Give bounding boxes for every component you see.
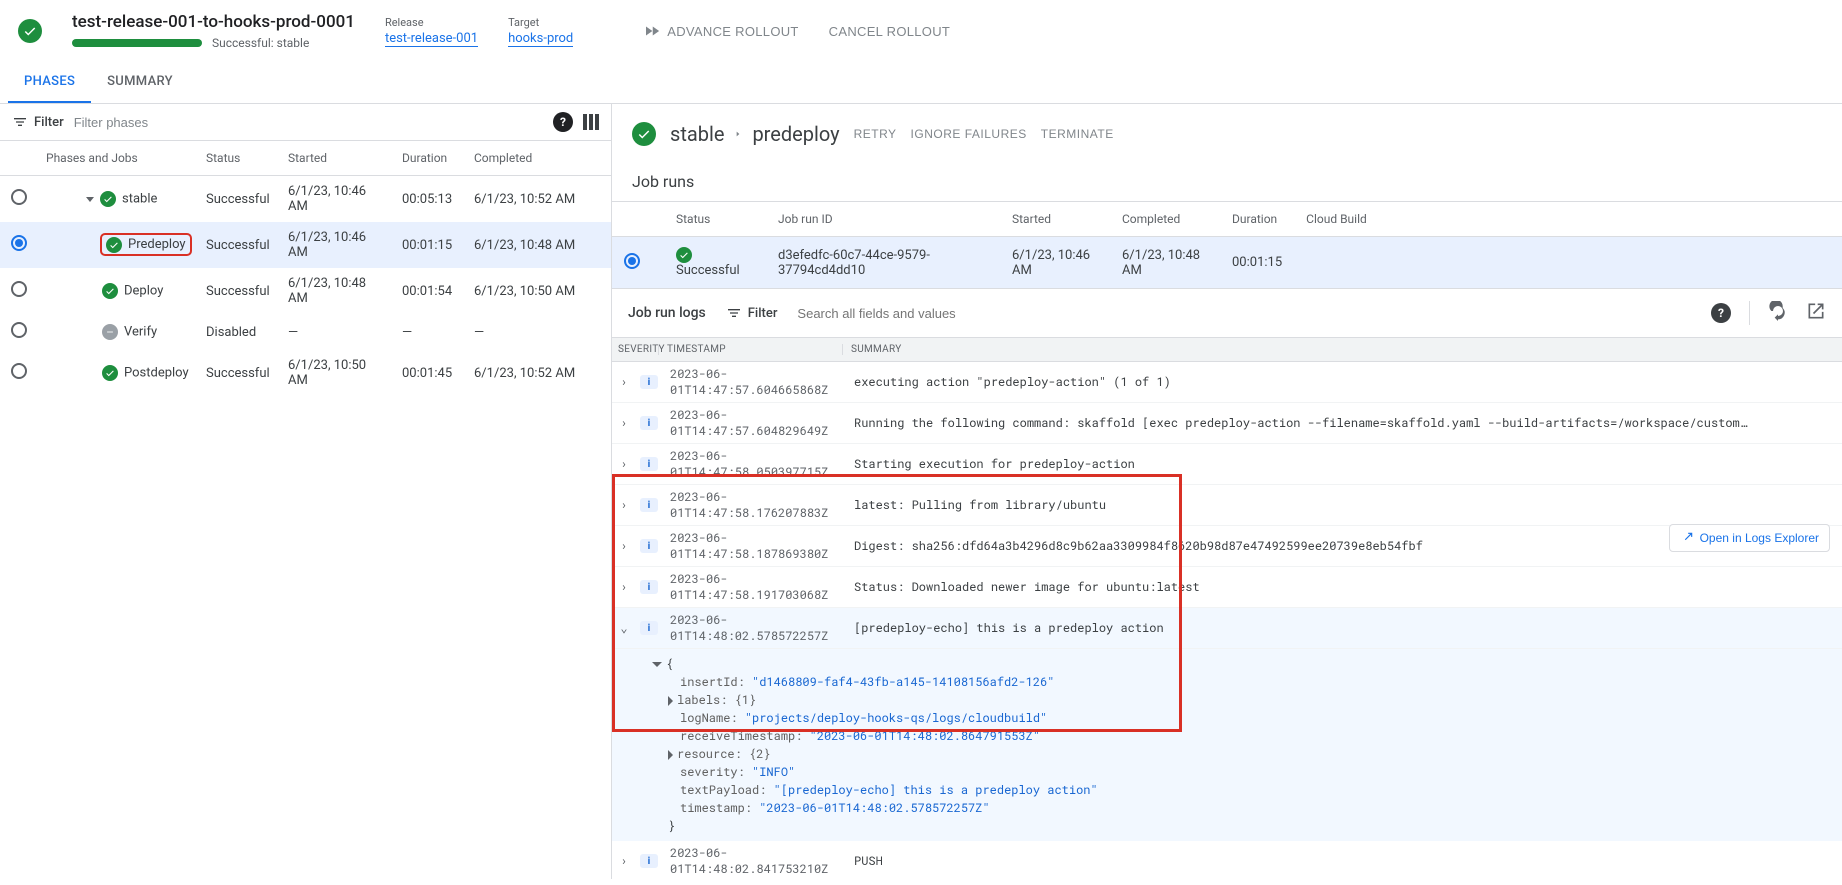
progress-bar <box>72 39 202 47</box>
filter-icon <box>726 305 742 321</box>
log-timestamp: 2023-06-01T14:47:57.604829649Z <box>662 407 846 439</box>
log-summary: Status: Downloaded newer image for ubunt… <box>846 579 1842 595</box>
log-row[interactable]: ›i2023-06-01T14:47:58.187869380ZDigest: … <box>612 526 1842 567</box>
radio[interactable] <box>11 189 27 205</box>
logs-filter-label[interactable]: Filter <box>726 305 778 321</box>
table-row[interactable]: DeploySuccessful6/1/23, 10:48 AM00:01:54… <box>0 268 611 314</box>
advance-rollout-button[interactable]: ADVANCE ROLLOUT <box>643 22 798 40</box>
severity-info-icon: i <box>640 416 658 430</box>
radio[interactable] <box>11 363 27 379</box>
severity-info-icon: i <box>640 457 658 471</box>
expand-icon[interactable]: › <box>612 456 636 472</box>
col-completed: Completed <box>466 141 611 176</box>
expand-icon[interactable]: ⌄ <box>612 620 636 636</box>
log-timestamp: 2023-06-01T14:47:58.176207883Z <box>662 489 846 521</box>
tab-summary[interactable]: SUMMARY <box>91 62 189 103</box>
logs-search-input[interactable] <box>797 306 1691 321</box>
phases-panel: Filter ? Phases and Jobs Status Started … <box>0 104 612 879</box>
radio[interactable] <box>11 322 27 338</box>
log-row[interactable]: › i 2023-06-01T14:47:58.191703068ZStatus: … <box>612 567 1842 608</box>
terminate-button[interactable]: TERMINATE <box>1041 127 1114 141</box>
log-summary: PUSH <box>846 853 1842 869</box>
job-runs-table: Status Job run ID Started Completed Dura… <box>612 201 1842 289</box>
log-timestamp: 2023-06-01T14:47:57.604665868Z <box>662 366 846 398</box>
target-link[interactable]: hooks-prod <box>508 31 573 47</box>
page-title: test-release-001-to-hooks-prod-0001 <box>72 12 355 32</box>
open-logs-explorer-button[interactable]: Open in Logs Explorer <box>1669 524 1830 552</box>
log-summary: Starting execution for predeploy-action <box>846 456 1842 472</box>
cancel-rollout-button[interactable]: CANCEL ROLLOUT <box>829 22 950 40</box>
log-row[interactable]: › i 2023-06-01T14:47:58.050397715ZStarting… <box>612 444 1842 485</box>
fast-forward-icon <box>643 22 661 40</box>
chevron-right-icon <box>734 127 742 141</box>
expand-icon[interactable]: › <box>612 853 636 869</box>
radio[interactable] <box>11 235 27 251</box>
log-row[interactable]: › i 2023-06-01T14:47:57.604829649ZRunning … <box>612 403 1842 444</box>
filter-input[interactable] <box>74 115 543 130</box>
expand-icon[interactable]: › <box>612 579 636 595</box>
logs-title: Job run logs <box>628 305 706 321</box>
severity-info-icon: i <box>640 621 658 635</box>
rollout-header: test-release-001-to-hooks-prod-0001 Succ… <box>0 0 1842 62</box>
refresh-button[interactable] <box>1768 301 1788 325</box>
expand-icon[interactable]: › <box>612 415 636 431</box>
ignore-failures-button[interactable]: IGNORE FAILURES <box>911 127 1027 141</box>
retry-button[interactable]: RETRY <box>854 127 897 141</box>
status-subtext: Successful: stable <box>212 36 309 50</box>
log-summary: latest: Pulling from library/ubuntu <box>846 497 1842 513</box>
log-summary: Running the following command: skaffold … <box>846 415 1842 431</box>
success-icon <box>632 122 656 146</box>
open-external-button[interactable] <box>1806 301 1826 325</box>
severity-info-icon: i <box>640 498 658 512</box>
help-icon[interactable]: ? <box>1711 303 1731 323</box>
table-row[interactable]: PostdeploySuccessful6/1/23, 10:50 AM00:0… <box>0 350 611 396</box>
expand-icon[interactable]: › <box>612 538 636 554</box>
expand-icon[interactable]: › <box>612 497 636 513</box>
radio[interactable] <box>11 281 27 297</box>
log-timestamp: 2023-06-01T14:47:58.187869380Z <box>662 530 846 562</box>
severity-info-icon: i <box>640 580 658 594</box>
log-summary: [predeploy-echo] this is a predeploy act… <box>846 620 1842 636</box>
col-phases: Phases and Jobs <box>38 141 198 176</box>
release-label: Release <box>385 16 478 29</box>
filter-label: Filter <box>12 114 64 130</box>
success-icon <box>676 247 692 263</box>
col-started: Started <box>280 141 394 176</box>
release-link[interactable]: test-release-001 <box>385 31 478 47</box>
filter-icon <box>12 114 28 130</box>
log-timestamp: 2023-06-01T14:47:58.050397715Z <box>662 448 846 480</box>
columns-icon[interactable] <box>583 114 599 130</box>
logs-table: SEVERITY TIMESTAMP SUMMARY ›i2023-06-01T… <box>612 337 1842 879</box>
log-timestamp: 2023-06-01T14:48:02.578572257Z <box>662 612 846 644</box>
phases-table: Phases and Jobs Status Started Duration … <box>0 141 611 396</box>
table-row[interactable]: PredeploySuccessful6/1/23, 10:46 AM00:01… <box>0 222 611 268</box>
job-run-row[interactable]: Successful d3efedfc-60c7-44ce-9579-37794… <box>612 237 1842 289</box>
log-detail: {insertId: "d1468809-faf4-43fb-a145-1410… <box>612 649 1842 841</box>
log-timestamp: 2023-06-01T14:47:58.191703068Z <box>662 571 846 603</box>
success-icon <box>18 19 42 43</box>
table-row[interactable]: VerifyDisabled——— <box>0 314 611 350</box>
col-status: Status <box>198 141 280 176</box>
log-row[interactable]: › i 2023-06-01T14:47:58.176207883Zlatest: … <box>612 485 1842 526</box>
table-row[interactable]: stableSuccessful6/1/23, 10:46 AM00:05:13… <box>0 176 611 223</box>
target-label: Target <box>508 16 573 29</box>
tabs: PHASES SUMMARY <box>0 62 1842 104</box>
tab-phases[interactable]: PHASES <box>8 62 91 103</box>
log-row[interactable]: ⌄ i 2023-06-01T14:48:02.578572257Z[predepl… <box>612 608 1842 649</box>
log-summary: executing action "predeploy-action" (1 o… <box>846 374 1842 390</box>
breadcrumb: stable predeploy <box>670 122 840 146</box>
severity-info-icon: i <box>640 539 658 553</box>
details-panel: stable predeploy RETRY IGNORE FAILURES T… <box>612 104 1842 879</box>
col-duration: Duration <box>394 141 466 176</box>
severity-info-icon: i <box>640 375 658 389</box>
help-icon[interactable]: ? <box>553 112 573 132</box>
job-runs-title: Job runs <box>612 164 1842 201</box>
log-row[interactable]: › i 2023-06-01T14:48:02.841753210ZPUSH <box>612 841 1842 879</box>
severity-info-icon: i <box>640 854 658 868</box>
log-row[interactable]: › i 2023-06-01T14:47:57.604665868Zexecutin… <box>612 362 1842 403</box>
log-timestamp: 2023-06-01T14:48:02.841753210Z <box>662 845 846 877</box>
radio-selected[interactable] <box>624 253 640 269</box>
expand-icon[interactable]: › <box>612 374 636 390</box>
